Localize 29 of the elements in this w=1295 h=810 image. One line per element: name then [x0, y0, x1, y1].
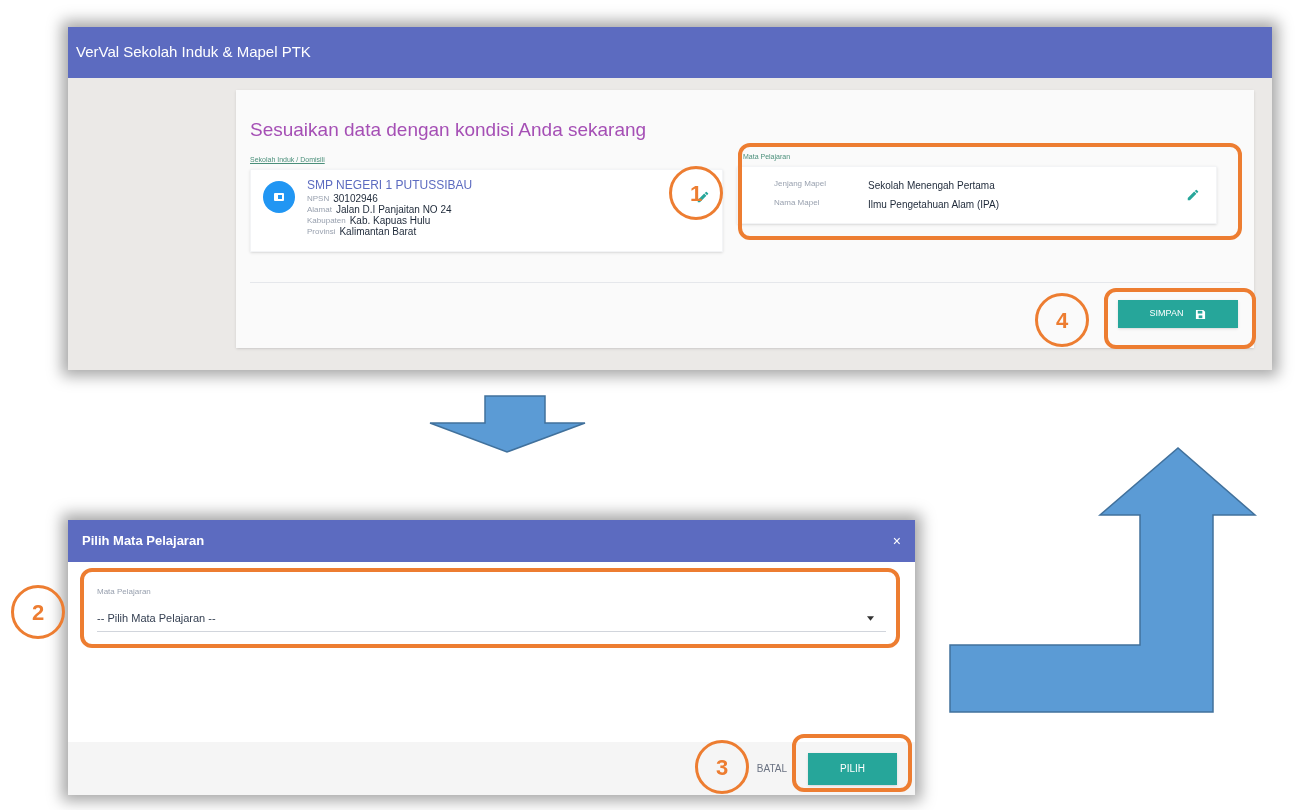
field-value: Jalan D.I Panjaitan NO 24: [335, 204, 452, 215]
step-number: 4: [1035, 293, 1089, 347]
field-label: Nama Mapel: [774, 197, 821, 209]
window-title: VerVal Sekolah Induk & Mapel PTK: [76, 42, 311, 63]
school-icon: [263, 181, 295, 213]
field-value: Ilmu Pengetahuan Alam (IPA): [868, 198, 999, 212]
confirm-button[interactable]: PILIH: [808, 752, 897, 785]
subject-dropdown[interactable]: -- Pilih Mata Pelajaran --: [97, 606, 886, 632]
field-value: Kalimantan Barat: [339, 226, 417, 237]
field-label: Mata Pelajaran: [97, 586, 152, 598]
field-label: NPSN: [307, 193, 330, 204]
step-number: 3: [695, 740, 749, 794]
school-name: SMP NEGERI 1 PUTUSSIBAU: [307, 178, 473, 193]
field-label: Provinsi: [307, 226, 336, 237]
field-label: Jenjang Mapel: [774, 178, 828, 190]
step-number: 1: [669, 166, 723, 220]
save-button[interactable]: SIMPAN: [1118, 300, 1238, 328]
field-value: 30102946: [333, 193, 378, 204]
close-button[interactable]: ×: [892, 530, 901, 552]
field-value: Sekolah Menengah Pertama: [868, 179, 995, 193]
caret-icon: [867, 616, 874, 621]
dialog-title: Pilih Mata Pelajaran: [82, 532, 205, 551]
field-label: Alamat: [307, 204, 332, 215]
page-heading: Sesuaikan data dengan kondisi Anda sekarang: [250, 118, 647, 142]
step-number: 2: [11, 585, 65, 639]
field-label: Kabupaten: [307, 215, 346, 226]
pencil-icon[interactable]: [1186, 188, 1200, 202]
cancel-button[interactable]: BATAL: [756, 761, 787, 776]
field-value: Kab. Kapuas Hulu: [349, 215, 431, 226]
